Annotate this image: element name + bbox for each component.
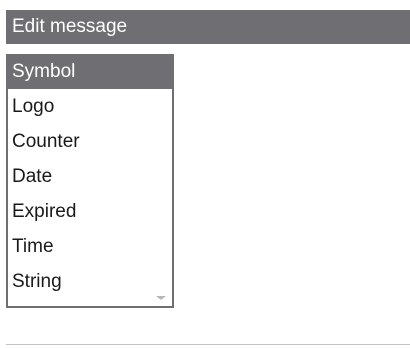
list-item-symbol[interactable]: Symbol [8,54,172,89]
list-item-label: Logo [12,96,55,117]
list-item-label: String [12,271,62,292]
list-item-logo[interactable]: Logo [8,89,172,124]
list-item-label: Symbol [12,61,76,82]
edit-message-screen: Edit message Symbol Logo Counter Date Ex… [0,0,410,348]
dialog-title: Edit message [12,16,128,37]
list-items: Symbol Logo Counter Date Expired Time St… [8,54,172,299]
list-item-date[interactable]: Date [8,159,172,194]
list-item-label: Expired [12,201,77,222]
message-element-list[interactable]: Symbol Logo Counter Date Expired Time St… [6,54,174,308]
divider [6,344,410,345]
list-item-label: Time [12,236,54,257]
list-item-string[interactable]: String [8,264,172,299]
list-item-label: Counter [12,131,80,152]
chevron-down-icon[interactable] [156,296,166,300]
dialog-title-bar: Edit message [6,10,410,44]
list-item-time[interactable]: Time [8,229,172,264]
list-item-label: Date [12,166,53,187]
list-item-expired[interactable]: Expired [8,194,172,229]
list-item-counter[interactable]: Counter [8,124,172,159]
